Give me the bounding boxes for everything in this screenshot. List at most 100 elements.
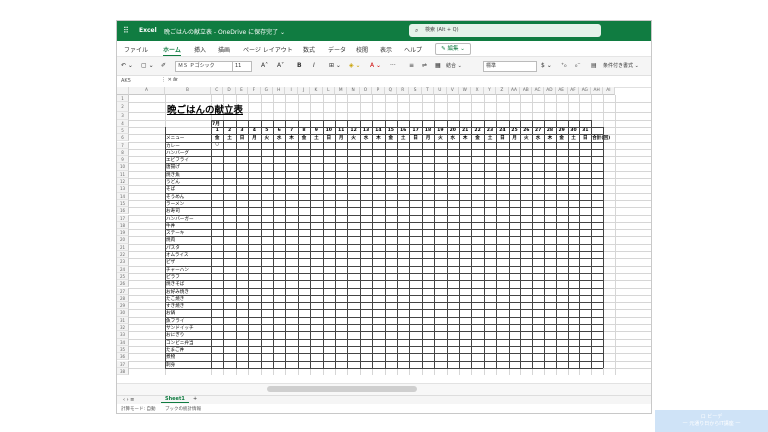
row-header[interactable]: 31 [117, 316, 129, 324]
wrap-text-icon[interactable]: ⇌ [422, 61, 427, 71]
menu-item[interactable]: お鍋 [166, 310, 175, 316]
menu-item[interactable]: ピザ [166, 259, 175, 265]
border-icon[interactable]: ⊞ ⌄ [329, 61, 341, 71]
app-launcher-icon[interactable]: ⠿ [123, 27, 131, 35]
decrease-decimal-icon[interactable]: ₀⁻ [575, 61, 581, 71]
column-header[interactable]: A [129, 87, 165, 95]
row-header[interactable]: 28 [117, 294, 129, 303]
column-header[interactable]: AH [591, 87, 603, 95]
row-header[interactable]: 1 [117, 95, 129, 103]
menu-item[interactable]: ピラフ [166, 274, 180, 280]
tab-7[interactable]: 校閲 [356, 45, 368, 54]
row-header[interactable]: 27 [117, 287, 129, 295]
row-header[interactable]: 7 [117, 141, 129, 149]
row-header[interactable]: 11 [117, 170, 129, 178]
column-header[interactable]: AA [508, 87, 521, 95]
column-header[interactable]: D [223, 87, 236, 95]
fx-icon[interactable]: fx [173, 77, 178, 83]
menu-item[interactable]: たこ焼き [166, 296, 184, 302]
tab-0[interactable]: ファイル [124, 45, 148, 54]
menu-item[interactable]: 牛丼 [166, 223, 175, 229]
row-header[interactable]: 15 [117, 199, 129, 208]
merge-icon[interactable]: ▦ [435, 61, 441, 71]
row-header[interactable]: 21 [117, 243, 129, 251]
row-header[interactable]: 5 [117, 126, 129, 135]
merge-button[interactable]: 結合 ⌄ [446, 61, 462, 71]
font-grow-icon[interactable]: A˄ [261, 61, 268, 71]
row-header[interactable]: 23 [117, 258, 129, 266]
tab-1[interactable]: ホーム [163, 45, 181, 56]
menu-item[interactable]: お好み焼き [166, 289, 189, 295]
menu-item[interactable]: カレー [166, 143, 180, 149]
row-header[interactable]: 20 [117, 236, 129, 244]
column-header[interactable]: W [459, 87, 472, 95]
row-header[interactable]: 3 [117, 112, 129, 120]
menu-item[interactable]: パスタ [166, 245, 180, 251]
row-header[interactable]: 24 [117, 265, 129, 273]
currency-icon[interactable]: $ ⌄ [541, 61, 552, 71]
name-box[interactable]: AK5 [121, 78, 131, 84]
font-color-icon[interactable]: A ⌄ [370, 61, 381, 71]
row-header[interactable]: 33 [117, 331, 129, 339]
column-header[interactable]: O [359, 87, 373, 95]
row-header[interactable]: 10 [117, 163, 129, 171]
column-header[interactable]: Q [384, 87, 397, 95]
row-header[interactable]: 30 [117, 309, 129, 317]
tab-6[interactable]: データ [328, 45, 346, 54]
menu-item[interactable]: ステーキ [166, 230, 184, 236]
column-header[interactable]: P [372, 87, 385, 95]
horizontal-scrollbar[interactable] [117, 383, 651, 395]
column-header[interactable]: AE [555, 87, 568, 95]
scrollbar-thumb[interactable] [267, 386, 417, 392]
column-header[interactable]: J [297, 87, 311, 95]
row-header[interactable]: 34 [117, 338, 129, 346]
column-header[interactable]: Y [483, 87, 497, 95]
undo-icon[interactable]: ↶ ⌄ [121, 61, 133, 71]
row-header[interactable]: 26 [117, 280, 129, 288]
row-header[interactable]: 19 [117, 229, 129, 237]
column-header[interactable]: E [235, 87, 249, 95]
menu-item[interactable]: エビフライ [166, 157, 189, 163]
sheet-tab-sheet1[interactable]: Sheet1 [161, 396, 189, 403]
menu-item[interactable]: 魚フライ [166, 318, 184, 324]
menu-item[interactable]: オムライス [166, 252, 188, 258]
menu-item[interactable]: 刺身 [166, 362, 175, 368]
column-header[interactable]: AD [544, 87, 556, 95]
workbook-stats[interactable]: ブックの統計情報 [165, 406, 201, 412]
menu-item[interactable]: ラーメン [166, 201, 184, 207]
column-header[interactable]: C [211, 87, 224, 95]
menu-item[interactable]: そば [166, 186, 175, 192]
row-header[interactable]: 17 [117, 214, 129, 222]
column-header[interactable]: R [397, 87, 410, 95]
font-shrink-icon[interactable]: A˅ [277, 61, 284, 71]
column-header[interactable]: AI [603, 87, 615, 95]
number-format-select[interactable]: 標準 [483, 61, 537, 72]
format-painter-icon[interactable]: ✐ [161, 61, 166, 71]
row-header[interactable]: 38 [117, 367, 129, 375]
italic-icon[interactable]: I [313, 61, 315, 71]
edit-mode-button[interactable]: ✎ 編集 ⌄ [435, 43, 471, 55]
menu-item[interactable]: おにぎり [166, 332, 184, 338]
font-name-select[interactable]: ＭＳ Ｐゴシック [175, 61, 233, 72]
column-header[interactable]: AF [567, 87, 580, 95]
row-header[interactable]: 37 [117, 360, 129, 368]
menu-item[interactable]: ハンバーグ [166, 150, 189, 156]
tab-4[interactable]: ページ レイアウト [243, 45, 293, 54]
row-header[interactable]: 25 [117, 272, 129, 281]
add-sheet-button[interactable]: + [193, 396, 197, 402]
row-header[interactable]: 18 [117, 221, 129, 230]
search-box[interactable]: ⌕ 検索 (Alt + Q) [409, 24, 601, 37]
column-header[interactable]: X [471, 87, 484, 95]
row-header[interactable]: 22 [117, 251, 129, 259]
menu-item[interactable]: チャーハン [166, 267, 189, 273]
column-header[interactable]: F [248, 87, 261, 95]
column-header[interactable]: V [446, 87, 459, 95]
meal-mark[interactable]: ○ [211, 142, 223, 147]
select-all-corner[interactable] [117, 87, 129, 95]
menu-item[interactable]: すき焼き [166, 303, 184, 309]
tab-2[interactable]: 挿入 [194, 45, 206, 54]
tab-5[interactable]: 数式 [303, 45, 315, 54]
menu-item[interactable]: コンビニ弁当 [166, 340, 194, 346]
row-header[interactable]: 8 [117, 148, 129, 157]
row-header[interactable]: 2 [117, 102, 129, 113]
